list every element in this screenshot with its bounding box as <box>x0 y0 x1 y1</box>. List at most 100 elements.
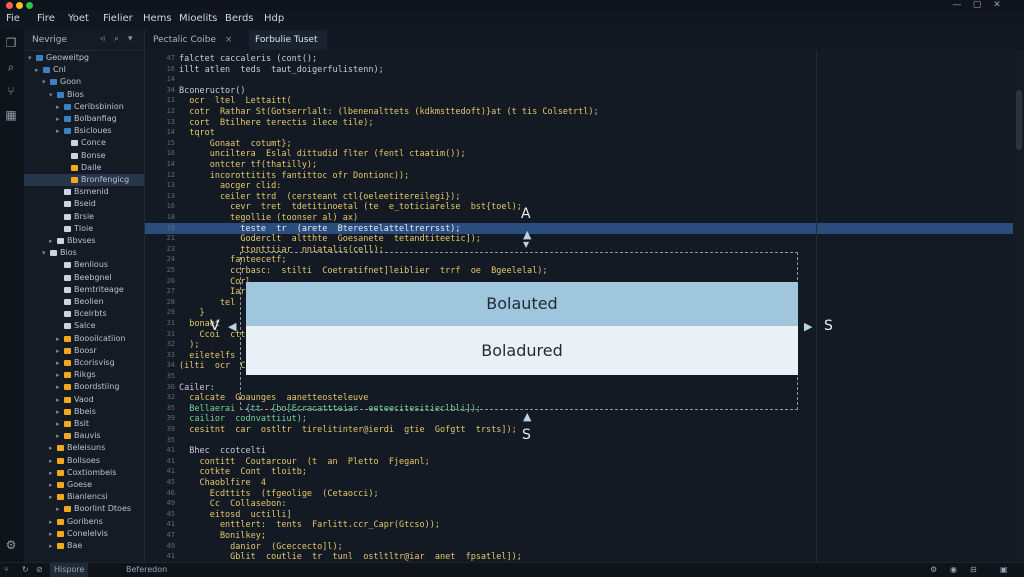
tree-item[interactable]: Benlious <box>24 259 144 271</box>
tree-item[interactable]: ▸ Bollsoes <box>24 455 144 467</box>
tree-item[interactable]: ▸ Coxtiombeis <box>24 467 144 479</box>
tree-item[interactable]: ▸ Bcorisvisg <box>24 357 144 369</box>
tree-caret-icon[interactable]: ▸ <box>56 394 64 406</box>
tree-item[interactable]: Beebgnel <box>24 272 144 284</box>
minimize-icon[interactable]: — <box>948 0 966 10</box>
tree-item[interactable]: ▾ Bios <box>24 247 144 259</box>
status-settings-icon[interactable]: ⚙ <box>930 563 937 577</box>
tree-caret-icon[interactable]: ▾ <box>49 89 57 101</box>
tab-close-icon[interactable]: × <box>225 35 233 45</box>
status-sync-icon[interactable]: ↻ <box>22 563 29 577</box>
tree-caret-icon[interactable]: ▸ <box>56 503 64 515</box>
tree-caret-icon[interactable]: ▸ <box>49 467 57 479</box>
tree-caret-icon[interactable]: ▸ <box>56 101 64 113</box>
source-control-icon[interactable]: ⑂ <box>4 84 18 98</box>
tree-item[interactable]: Bonse <box>24 150 144 162</box>
extensions-icon[interactable]: ▦ <box>4 108 18 122</box>
tree-item[interactable]: ▸ Boordstiing <box>24 381 144 393</box>
tree-item[interactable]: ▸ Conelelvis <box>24 528 144 540</box>
menu-item[interactable]: Yoet <box>68 13 89 24</box>
tree-item[interactable]: Salce <box>24 320 144 332</box>
tree-item[interactable]: ▸ Boorlint Dtoes <box>24 503 144 515</box>
tree-item[interactable]: ▸ Boooilcatiion <box>24 333 144 345</box>
tab-pectalic-coibe[interactable]: Pectalic Coibe × <box>145 30 249 50</box>
menu-item[interactable]: Hdp <box>264 13 284 24</box>
tree-caret-icon[interactable]: ▸ <box>56 418 64 430</box>
tree-item[interactable]: ▸ Ceribsbinion <box>24 101 144 113</box>
tree-caret-icon[interactable]: ▸ <box>56 357 64 369</box>
status-item[interactable]: Hispore <box>50 563 89 577</box>
tree-caret-icon[interactable]: ▸ <box>56 125 64 137</box>
tree-item[interactable]: Dalle <box>24 162 144 174</box>
tree-item[interactable]: Beolien <box>24 296 144 308</box>
menu-item[interactable]: Fie <box>6 13 20 24</box>
minimize-window-dot[interactable] <box>16 2 23 9</box>
tree-item[interactable]: ▸ Bolbanfiag <box>24 113 144 125</box>
tree-item[interactable]: ▾ Geoweitpg <box>24 52 144 64</box>
tree-item[interactable]: Tloie <box>24 223 144 235</box>
status-error-icon[interactable]: ⊘ <box>36 563 43 577</box>
arrow-left-icon[interactable]: ◀ <box>228 320 236 333</box>
status-layout-icon[interactable]: ▣ <box>1000 563 1008 577</box>
status-item[interactable]: Beferedon <box>126 563 167 577</box>
tree-item[interactable]: ▸ Bbvses <box>24 235 144 247</box>
tree-item[interactable]: Bronfengicg <box>24 174 144 186</box>
tree-caret-icon[interactable]: ▸ <box>49 491 57 503</box>
tree-item[interactable]: ▸ Beleisuns <box>24 442 144 454</box>
menu-item[interactable]: Mioelits <box>179 13 217 24</box>
tree-caret-icon[interactable]: ▸ <box>35 64 43 76</box>
tree-caret-icon[interactable]: ▾ <box>42 247 50 259</box>
tree-item[interactable]: ▸ Rikgs <box>24 369 144 381</box>
tree-caret-icon[interactable]: ▸ <box>56 345 64 357</box>
files-icon[interactable]: ❐ <box>4 36 18 50</box>
tree-item[interactable]: ▸ Bbeis <box>24 406 144 418</box>
tree-item[interactable]: Bsmenid <box>24 186 144 198</box>
tree-caret-icon[interactable]: ▸ <box>49 540 57 552</box>
tree-item[interactable]: Bemtriteage <box>24 284 144 296</box>
tab-forbulie-tuset[interactable]: Forbulie Tuset <box>249 30 327 50</box>
tree-caret-icon[interactable]: ▸ <box>49 442 57 454</box>
tree-caret-icon[interactable]: ▸ <box>49 528 57 540</box>
tree-item[interactable]: Conce <box>24 137 144 149</box>
tree-caret-icon[interactable]: ▸ <box>49 479 57 491</box>
restore-icon[interactable]: ▢ <box>968 0 986 10</box>
tree-item[interactable]: ▸ Cnl <box>24 64 144 76</box>
scroll-thumb[interactable] <box>1016 90 1022 150</box>
settings-icon[interactable]: ⚙ <box>4 538 18 552</box>
tree-item[interactable]: ▸ Bauvis <box>24 430 144 442</box>
status-branch-icon[interactable]: ⑂ <box>4 563 9 577</box>
tree-item[interactable]: Brsie <box>24 211 144 223</box>
tree-caret-icon[interactable]: ▸ <box>56 430 64 442</box>
tree-item[interactable]: ▸ Bae <box>24 540 144 552</box>
tree-caret-icon[interactable]: ▸ <box>56 381 64 393</box>
filter-icon[interactable]: ⌕ <box>114 34 119 44</box>
search-icon[interactable]: ⌕ <box>4 60 18 74</box>
tree-item[interactable]: ▾ Goon <box>24 76 144 88</box>
tree-item[interactable]: ▸ Vaod <box>24 394 144 406</box>
arrow-up-bottom-icon[interactable]: ▲ <box>523 410 531 423</box>
tree-caret-icon[interactable]: ▾ <box>28 52 36 64</box>
maximize-window-dot[interactable] <box>26 2 33 9</box>
tree-caret-icon[interactable]: ▸ <box>56 113 64 125</box>
menu-item[interactable]: Berds <box>225 13 254 24</box>
tree-caret-icon[interactable]: ▸ <box>56 406 64 418</box>
tree-item[interactable]: ▸ Goese <box>24 479 144 491</box>
close-window-dot[interactable] <box>6 2 13 9</box>
arrow-right-icon[interactable]: ▶ <box>804 320 812 333</box>
tree-caret-icon[interactable]: ▸ <box>49 516 57 528</box>
menu-item[interactable]: Fielier <box>103 13 133 24</box>
status-panel-icon[interactable]: ⊟ <box>970 563 977 577</box>
tree-item[interactable]: Bseid <box>24 198 144 210</box>
tree-item[interactable]: ▾ Bios <box>24 89 144 101</box>
tree-caret-icon[interactable]: ▸ <box>49 235 57 247</box>
tree-caret-icon[interactable]: ▾ <box>42 76 50 88</box>
tree-item[interactable]: ▸ Bsit <box>24 418 144 430</box>
menu-item[interactable]: Fire <box>37 13 55 24</box>
tree-item[interactable]: ▸ Bsicloues <box>24 125 144 137</box>
menu-item[interactable]: Hems <box>143 13 172 24</box>
collapse-icon[interactable]: ◃ <box>100 34 105 44</box>
tree-item[interactable]: ▸ Goribens <box>24 516 144 528</box>
popup-option-top[interactable]: Bolauted <box>246 282 798 326</box>
tree-caret-icon[interactable]: ▸ <box>56 369 64 381</box>
chevron-down-icon[interactable]: ▾ <box>128 34 133 44</box>
